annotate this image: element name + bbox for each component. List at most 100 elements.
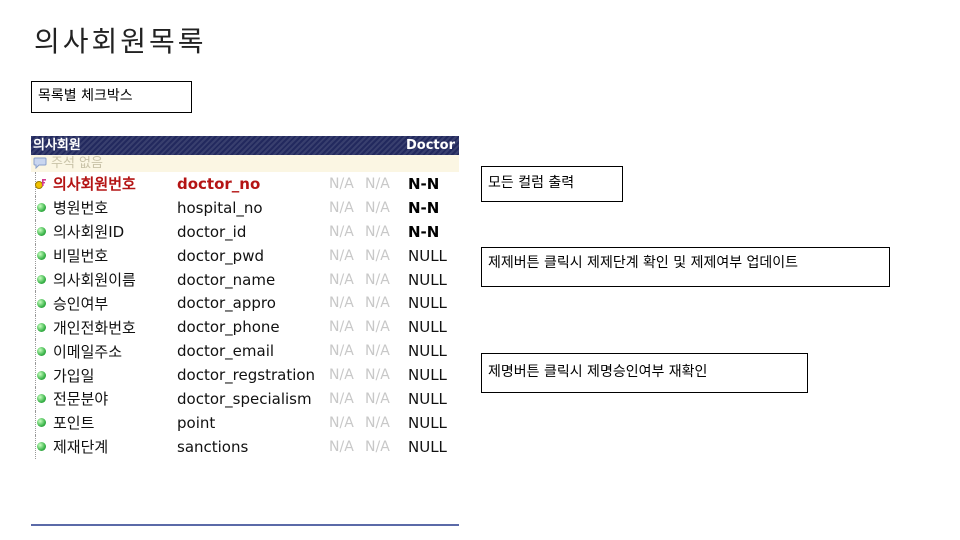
- column-type: N/A: [329, 271, 354, 288]
- column-field: doctor_email: [177, 342, 275, 361]
- column-nullable: NULL: [408, 437, 447, 456]
- column-field: point: [177, 413, 216, 432]
- tree-line: [35, 267, 36, 292]
- column-dot-icon: [37, 370, 46, 380]
- column-dot-icon: [37, 394, 46, 404]
- column-default: N/A: [365, 390, 390, 407]
- column-type: N/A: [329, 390, 354, 407]
- column-nullable: NULL: [408, 294, 447, 313]
- tree-line: [35, 243, 36, 268]
- doctor-table: 의사회원 Doctor 주석 없음 의사회원번호 doctor_no N/A N/A N…: [31, 136, 459, 526]
- table-row: 승인여부 doctor_appro N/A N/A NULL: [31, 291, 459, 316]
- column-field: doctor_appro: [177, 294, 276, 313]
- key-icon: [35, 178, 46, 189]
- page-title: 의사회원목록: [34, 25, 207, 58]
- column-type: N/A: [329, 247, 354, 264]
- column-label: 의사회원번호: [53, 175, 136, 194]
- table-row: 의사회원번호 doctor_no N/A N/A N-N: [31, 172, 459, 196]
- column-field: doctor_id: [177, 222, 247, 241]
- note-all-columns: 모든 컬럼 출력: [481, 166, 623, 202]
- column-type: N/A: [329, 223, 354, 240]
- column-field: doctor_no: [177, 174, 261, 193]
- column-field: doctor_regstration: [177, 366, 316, 385]
- column-nullable: NULL: [408, 342, 447, 361]
- column-label: 제재단계: [53, 438, 109, 457]
- tree-line: [35, 315, 36, 340]
- column-default: N/A: [365, 295, 390, 312]
- note-sanction-button: 제제버튼 클릭시 제제단계 확인 및 제제여부 업데이트: [481, 247, 890, 287]
- column-dot-icon: [37, 442, 46, 452]
- note-withdraw-button: 제명버튼 클릭시 제명승인여부 재확인: [481, 353, 808, 393]
- column-default: N/A: [365, 199, 390, 216]
- column-type: N/A: [329, 175, 354, 192]
- column-dot-icon: [37, 322, 46, 332]
- note-checkbox: 목록별 체크박스: [31, 81, 192, 113]
- column-default: N/A: [365, 343, 390, 360]
- column-type: N/A: [329, 295, 354, 312]
- column-dot-icon: [37, 418, 46, 428]
- table-header: 의사회원 Doctor: [31, 136, 459, 155]
- column-nullable: NULL: [408, 366, 447, 385]
- column-type: N/A: [329, 199, 354, 216]
- table-row: 포인트 point N/A N/A NULL: [31, 410, 459, 435]
- tree-line: [35, 339, 36, 364]
- column-label: 가입일: [53, 366, 95, 385]
- table-row: 개인전화번호 doctor_phone N/A N/A NULL: [31, 315, 459, 340]
- column-nullable: NULL: [408, 318, 447, 337]
- tree-line: [35, 363, 36, 388]
- column-label: 비밀번호: [53, 247, 109, 266]
- column-default: N/A: [365, 319, 390, 336]
- column-field: doctor_pwd: [177, 246, 264, 265]
- table-name: 의사회원: [33, 138, 81, 153]
- table-english-name: Doctor: [406, 138, 455, 153]
- column-default: N/A: [365, 438, 390, 455]
- column-field: hospital_no: [177, 198, 263, 217]
- column-type: N/A: [329, 414, 354, 431]
- table-comment-text: 주석 없음: [51, 156, 103, 171]
- tree-line: [35, 410, 36, 435]
- column-label: 의사회원ID: [53, 223, 125, 242]
- column-nullable: NULL: [408, 270, 447, 289]
- comment-icon: [33, 157, 47, 169]
- table-row: 제재단계 sanctions N/A N/A NULL: [31, 434, 459, 459]
- table-row: 전문분야 doctor_specialism N/A N/A NULL: [31, 387, 459, 411]
- column-label: 개인전화번호: [53, 318, 136, 337]
- tree-line: [35, 387, 36, 411]
- tree-line: [35, 195, 36, 220]
- column-label: 포인트: [53, 414, 95, 433]
- tree-line: [35, 219, 36, 244]
- column-label: 이메일주소: [53, 342, 123, 361]
- column-nullable: N-N: [408, 174, 440, 193]
- column-field: sanctions: [177, 437, 249, 456]
- column-type: N/A: [329, 438, 354, 455]
- column-default: N/A: [365, 271, 390, 288]
- column-dot-icon: [37, 346, 46, 356]
- column-default: N/A: [365, 367, 390, 384]
- tree-line: [35, 291, 36, 316]
- column-nullable: NULL: [408, 413, 447, 432]
- table-comment: 주석 없음: [31, 155, 459, 172]
- column-field: doctor_phone: [177, 318, 280, 337]
- column-dot-icon: [37, 227, 46, 237]
- column-default: N/A: [365, 414, 390, 431]
- column-type: N/A: [329, 367, 354, 384]
- table-row: 의사회원ID doctor_id N/A N/A N-N: [31, 219, 459, 244]
- column-label: 전문분야: [53, 390, 109, 409]
- column-nullable: N-N: [408, 222, 440, 241]
- table-row: 병원번호 hospital_no N/A N/A N-N: [31, 195, 459, 220]
- column-type: N/A: [329, 343, 354, 360]
- column-default: N/A: [365, 223, 390, 240]
- column-label: 의사회원이름: [53, 271, 136, 289]
- column-dot-icon: [37, 298, 46, 308]
- table-row: 의사회원이름 doctor_name N/A N/A NULL: [31, 267, 459, 292]
- column-dot-icon: [37, 251, 46, 261]
- column-default: N/A: [365, 247, 390, 264]
- column-nullable: NULL: [408, 389, 447, 408]
- column-default: N/A: [365, 175, 390, 192]
- table-row: 비밀번호 doctor_pwd N/A N/A NULL: [31, 243, 459, 268]
- table-row: 이메일주소 doctor_email N/A N/A NULL: [31, 339, 459, 364]
- column-field: doctor_name: [177, 270, 276, 289]
- column-label: 승인여부: [53, 294, 109, 313]
- column-nullable: NULL: [408, 246, 447, 265]
- tree-line: [35, 434, 36, 459]
